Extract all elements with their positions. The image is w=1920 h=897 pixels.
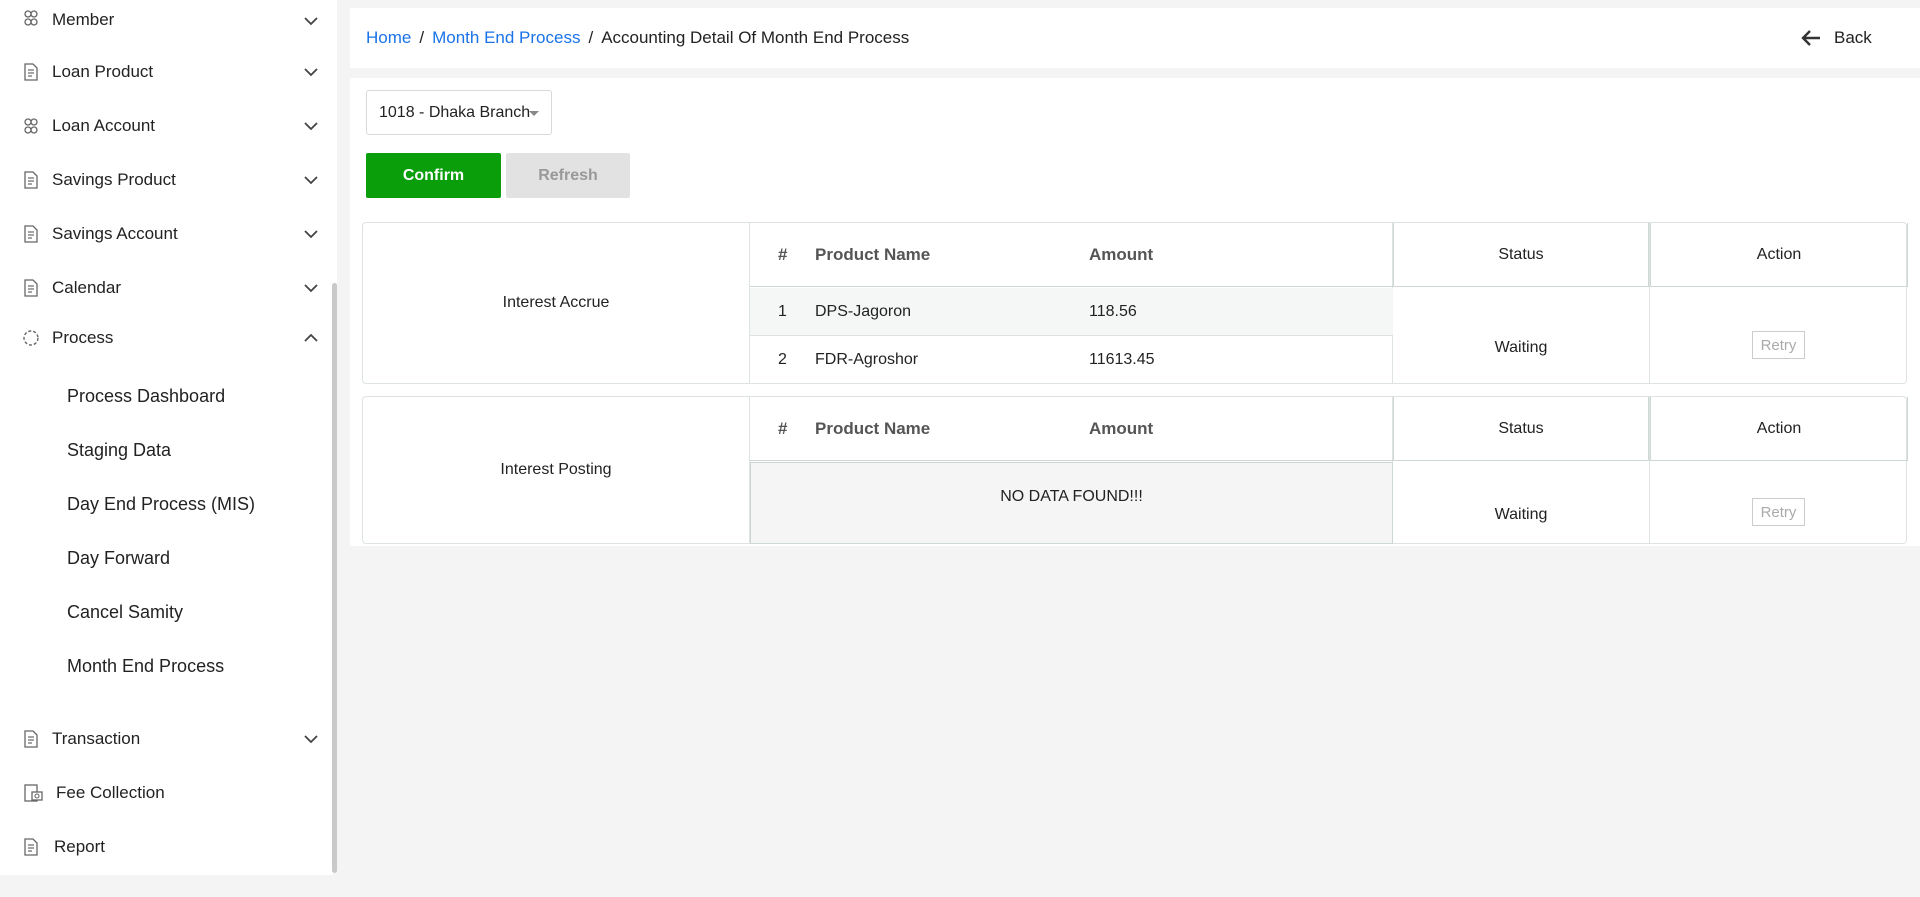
sidebar-subitem-day-forward[interactable]: Day Forward <box>67 543 170 573</box>
action-column: Action Retry <box>1650 223 1908 383</box>
people-icon <box>24 118 38 134</box>
sidebar-subitem-day-end-process[interactable]: Day End Process (MIS) <box>67 489 255 519</box>
refresh-button[interactable]: Refresh <box>506 153 630 198</box>
sidebar-subitem-staging-data[interactable]: Staging Data <box>67 435 171 465</box>
sidebar-item-member[interactable]: Member <box>0 0 330 40</box>
column-header-amount: Amount <box>1089 419 1154 438</box>
document-icon <box>24 730 38 748</box>
branch-select-value: 1018 - Dhaka Branch <box>379 103 531 121</box>
product-table: # Product Name Amount 1 DPS-Jagoron 118.… <box>750 223 1393 383</box>
sidebar-item-label: Fee Collection <box>56 783 165 802</box>
row-amount: 118.56 <box>1089 303 1137 320</box>
chevron-down-icon <box>304 68 318 77</box>
document-icon <box>24 63 38 81</box>
interest-accrue-block: Interest Accrue # Product Name Amount 1 … <box>362 222 1908 384</box>
table-row: 1 DPS-Jagoron 118.56 <box>750 288 1393 336</box>
chevron-down-icon <box>304 230 318 239</box>
sidebar-item-label: Process <box>52 328 114 347</box>
sidebar-item-label: Loan Product <box>52 62 154 81</box>
column-header-action: Action <box>1650 397 1908 461</box>
main-panel: 1018 - Dhaka Branch Confirm Refresh Inte… <box>350 78 1920 546</box>
arrow-left-icon <box>1801 30 1820 46</box>
sidebar-item-savings-product[interactable]: Savings Product <box>0 160 330 200</box>
sidebar: Member Loan Product Loan Account Savings… <box>0 0 337 875</box>
interest-posting-block: Interest Posting # Product Name Amount N… <box>362 396 1908 544</box>
sidebar-item-fee-collection[interactable]: Fee Collection <box>0 773 330 813</box>
status-column: Status Waiting <box>1393 223 1650 383</box>
row-amount: 11613.45 <box>1089 351 1155 368</box>
document-icon <box>24 838 38 856</box>
row-product: DPS-Jagoron <box>815 303 912 320</box>
breadcrumb-separator: / <box>588 28 594 47</box>
column-header-num: # <box>778 419 788 438</box>
branch-select[interactable]: 1018 - Dhaka Branch <box>366 90 552 135</box>
block-label: Interest Accrue <box>363 223 750 383</box>
status-value: Waiting <box>1494 339 1548 356</box>
action-column: Action Retry <box>1650 397 1908 543</box>
sidebar-item-transaction[interactable]: Transaction <box>0 719 330 759</box>
column-header-amount: Amount <box>1089 245 1154 264</box>
sidebar-item-label: Transaction <box>52 729 141 748</box>
sidebar-subitem-cancel-samity[interactable]: Cancel Samity <box>67 597 183 627</box>
retry-button[interactable]: Retry <box>1752 331 1805 359</box>
document-icon <box>24 171 38 189</box>
status-column: Status Waiting <box>1393 397 1650 543</box>
breadcrumb-current: Accounting Detail Of Month End Process <box>601 28 910 47</box>
column-header-status: Status <box>1393 223 1649 287</box>
table-header: # Product Name Amount <box>750 397 1393 461</box>
people-icon <box>24 10 38 26</box>
sidebar-item-label: Loan Account <box>52 116 156 135</box>
caret-down-icon <box>529 111 539 116</box>
chevron-up-icon <box>304 333 318 342</box>
chevron-down-icon <box>304 735 318 744</box>
chevron-down-icon <box>304 17 318 26</box>
document-icon <box>24 279 38 297</box>
sidebar-scrollbar[interactable] <box>332 283 337 873</box>
table-row: 2 FDR-Agroshor 11613.45 <box>750 336 1393 384</box>
sidebar-item-label: Calendar <box>52 278 121 297</box>
column-header-product: Product Name <box>815 419 931 438</box>
product-table: # Product Name Amount NO DATA FOUND!!! <box>750 397 1393 544</box>
no-data-message: NO DATA FOUND!!! <box>750 462 1393 544</box>
fee-icon <box>24 783 43 802</box>
block-label: Interest Posting <box>363 397 750 543</box>
sidebar-item-loan-product[interactable]: Loan Product <box>0 52 330 92</box>
sidebar-item-label: Savings Product <box>52 170 176 189</box>
chevron-down-icon <box>304 122 318 131</box>
back-button[interactable]: Back <box>1800 8 1872 68</box>
row-num: 1 <box>778 303 787 320</box>
breadcrumb-separator: / <box>419 28 425 47</box>
breadcrumb: Home / Month End Process / Accounting De… <box>366 8 909 68</box>
column-header-status: Status <box>1393 397 1649 461</box>
status-value: Waiting <box>1494 506 1548 523</box>
chevron-down-icon <box>304 176 318 185</box>
sidebar-subitem-month-end-process[interactable]: Month End Process <box>67 651 224 681</box>
page-header: Home / Month End Process / Accounting De… <box>350 8 1920 68</box>
breadcrumb-month-end-link[interactable]: Month End Process <box>432 28 580 48</box>
loading-circle-icon <box>23 330 39 346</box>
back-label: Back <box>1834 28 1872 47</box>
sidebar-item-label: Member <box>52 10 115 29</box>
confirm-button[interactable]: Confirm <box>366 153 501 198</box>
sidebar-item-calendar[interactable]: Calendar <box>0 268 330 308</box>
table-header: # Product Name Amount <box>750 223 1393 287</box>
sidebar-subitem-process-dashboard[interactable]: Process Dashboard <box>67 381 225 411</box>
row-num: 2 <box>778 351 787 368</box>
row-product: FDR-Agroshor <box>815 351 919 368</box>
sidebar-item-label: Savings Account <box>52 224 178 243</box>
chevron-down-icon <box>304 284 318 293</box>
sidebar-item-loan-account[interactable]: Loan Account <box>0 106 330 146</box>
sidebar-item-label: Report <box>54 837 106 856</box>
sidebar-item-savings-account[interactable]: Savings Account <box>0 214 330 254</box>
column-header-action: Action <box>1650 223 1908 287</box>
retry-button[interactable]: Retry <box>1752 498 1805 526</box>
sidebar-item-report[interactable]: Report <box>0 827 330 867</box>
sidebar-item-process[interactable]: Process <box>0 318 330 358</box>
column-header-product: Product Name <box>815 245 931 264</box>
document-icon <box>24 225 38 243</box>
column-header-num: # <box>778 245 788 264</box>
breadcrumb-home-link[interactable]: Home <box>366 28 411 48</box>
